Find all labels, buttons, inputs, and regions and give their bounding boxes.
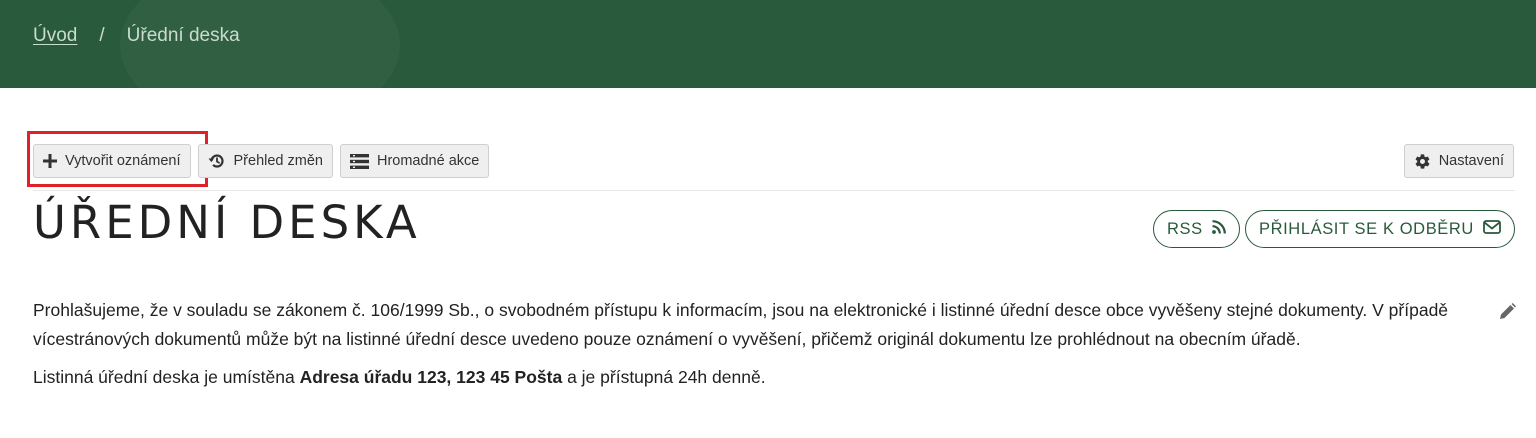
location-paragraph: Listinná úřední deska je umístěna Adresa…	[33, 363, 1453, 392]
location-text-after: a je přístupná 24h denně.	[562, 367, 766, 387]
create-announcement-button[interactable]: Vytvořit oznámení	[33, 144, 191, 178]
settings-label: Nastavení	[1438, 153, 1504, 169]
rss-button[interactable]: RSS	[1153, 210, 1240, 248]
settings-button[interactable]: Nastavení	[1403, 144, 1514, 178]
envelope-icon	[1483, 219, 1501, 239]
rss-icon	[1211, 219, 1226, 239]
intro-text: Prohlašujeme, že v souladu se zákonem č.…	[33, 296, 1453, 392]
changes-overview-button[interactable]: Přehled změn	[197, 144, 333, 178]
page-title: ÚŘEDNÍ DESKA	[33, 196, 421, 249]
rss-label: RSS	[1167, 219, 1203, 238]
breadcrumb-home-link[interactable]: Úvod	[33, 25, 77, 47]
subscribe-button[interactable]: PŘIHLÁSIT SE K ODBĚRU	[1245, 210, 1515, 248]
bulk-actions-button[interactable]: Hromadné akce	[339, 144, 490, 178]
admin-toolbar: Vytvořit oznámení Přehled změn Hromadné …	[33, 144, 490, 178]
subscribe-label: PŘIHLÁSIT SE K ODBĚRU	[1259, 219, 1474, 238]
breadcrumb: Úvod / Úřední deska	[33, 25, 240, 47]
gear-icon	[1414, 153, 1431, 170]
toolbar-divider	[33, 190, 1515, 191]
history-icon	[208, 152, 226, 170]
header-banner: Úvod / Úřední deska	[0, 0, 1536, 88]
intro-paragraph: Prohlašujeme, že v souladu se zákonem č.…	[33, 300, 1449, 349]
breadcrumb-current: Úřední deska	[126, 25, 240, 46]
bulk-actions-label: Hromadné akce	[376, 153, 480, 169]
plus-icon	[43, 154, 57, 168]
location-text-before: Listinná úřední deska je umístěna	[33, 367, 300, 387]
pencil-icon[interactable]	[1499, 303, 1516, 325]
create-announcement-label: Vytvořit oznámení	[65, 153, 181, 169]
list-icon	[349, 153, 369, 169]
changes-overview-label: Přehled změn	[233, 153, 323, 169]
breadcrumb-separator: /	[99, 25, 105, 46]
office-address: Adresa úřadu 123, 123 45 Pošta	[299, 367, 563, 387]
